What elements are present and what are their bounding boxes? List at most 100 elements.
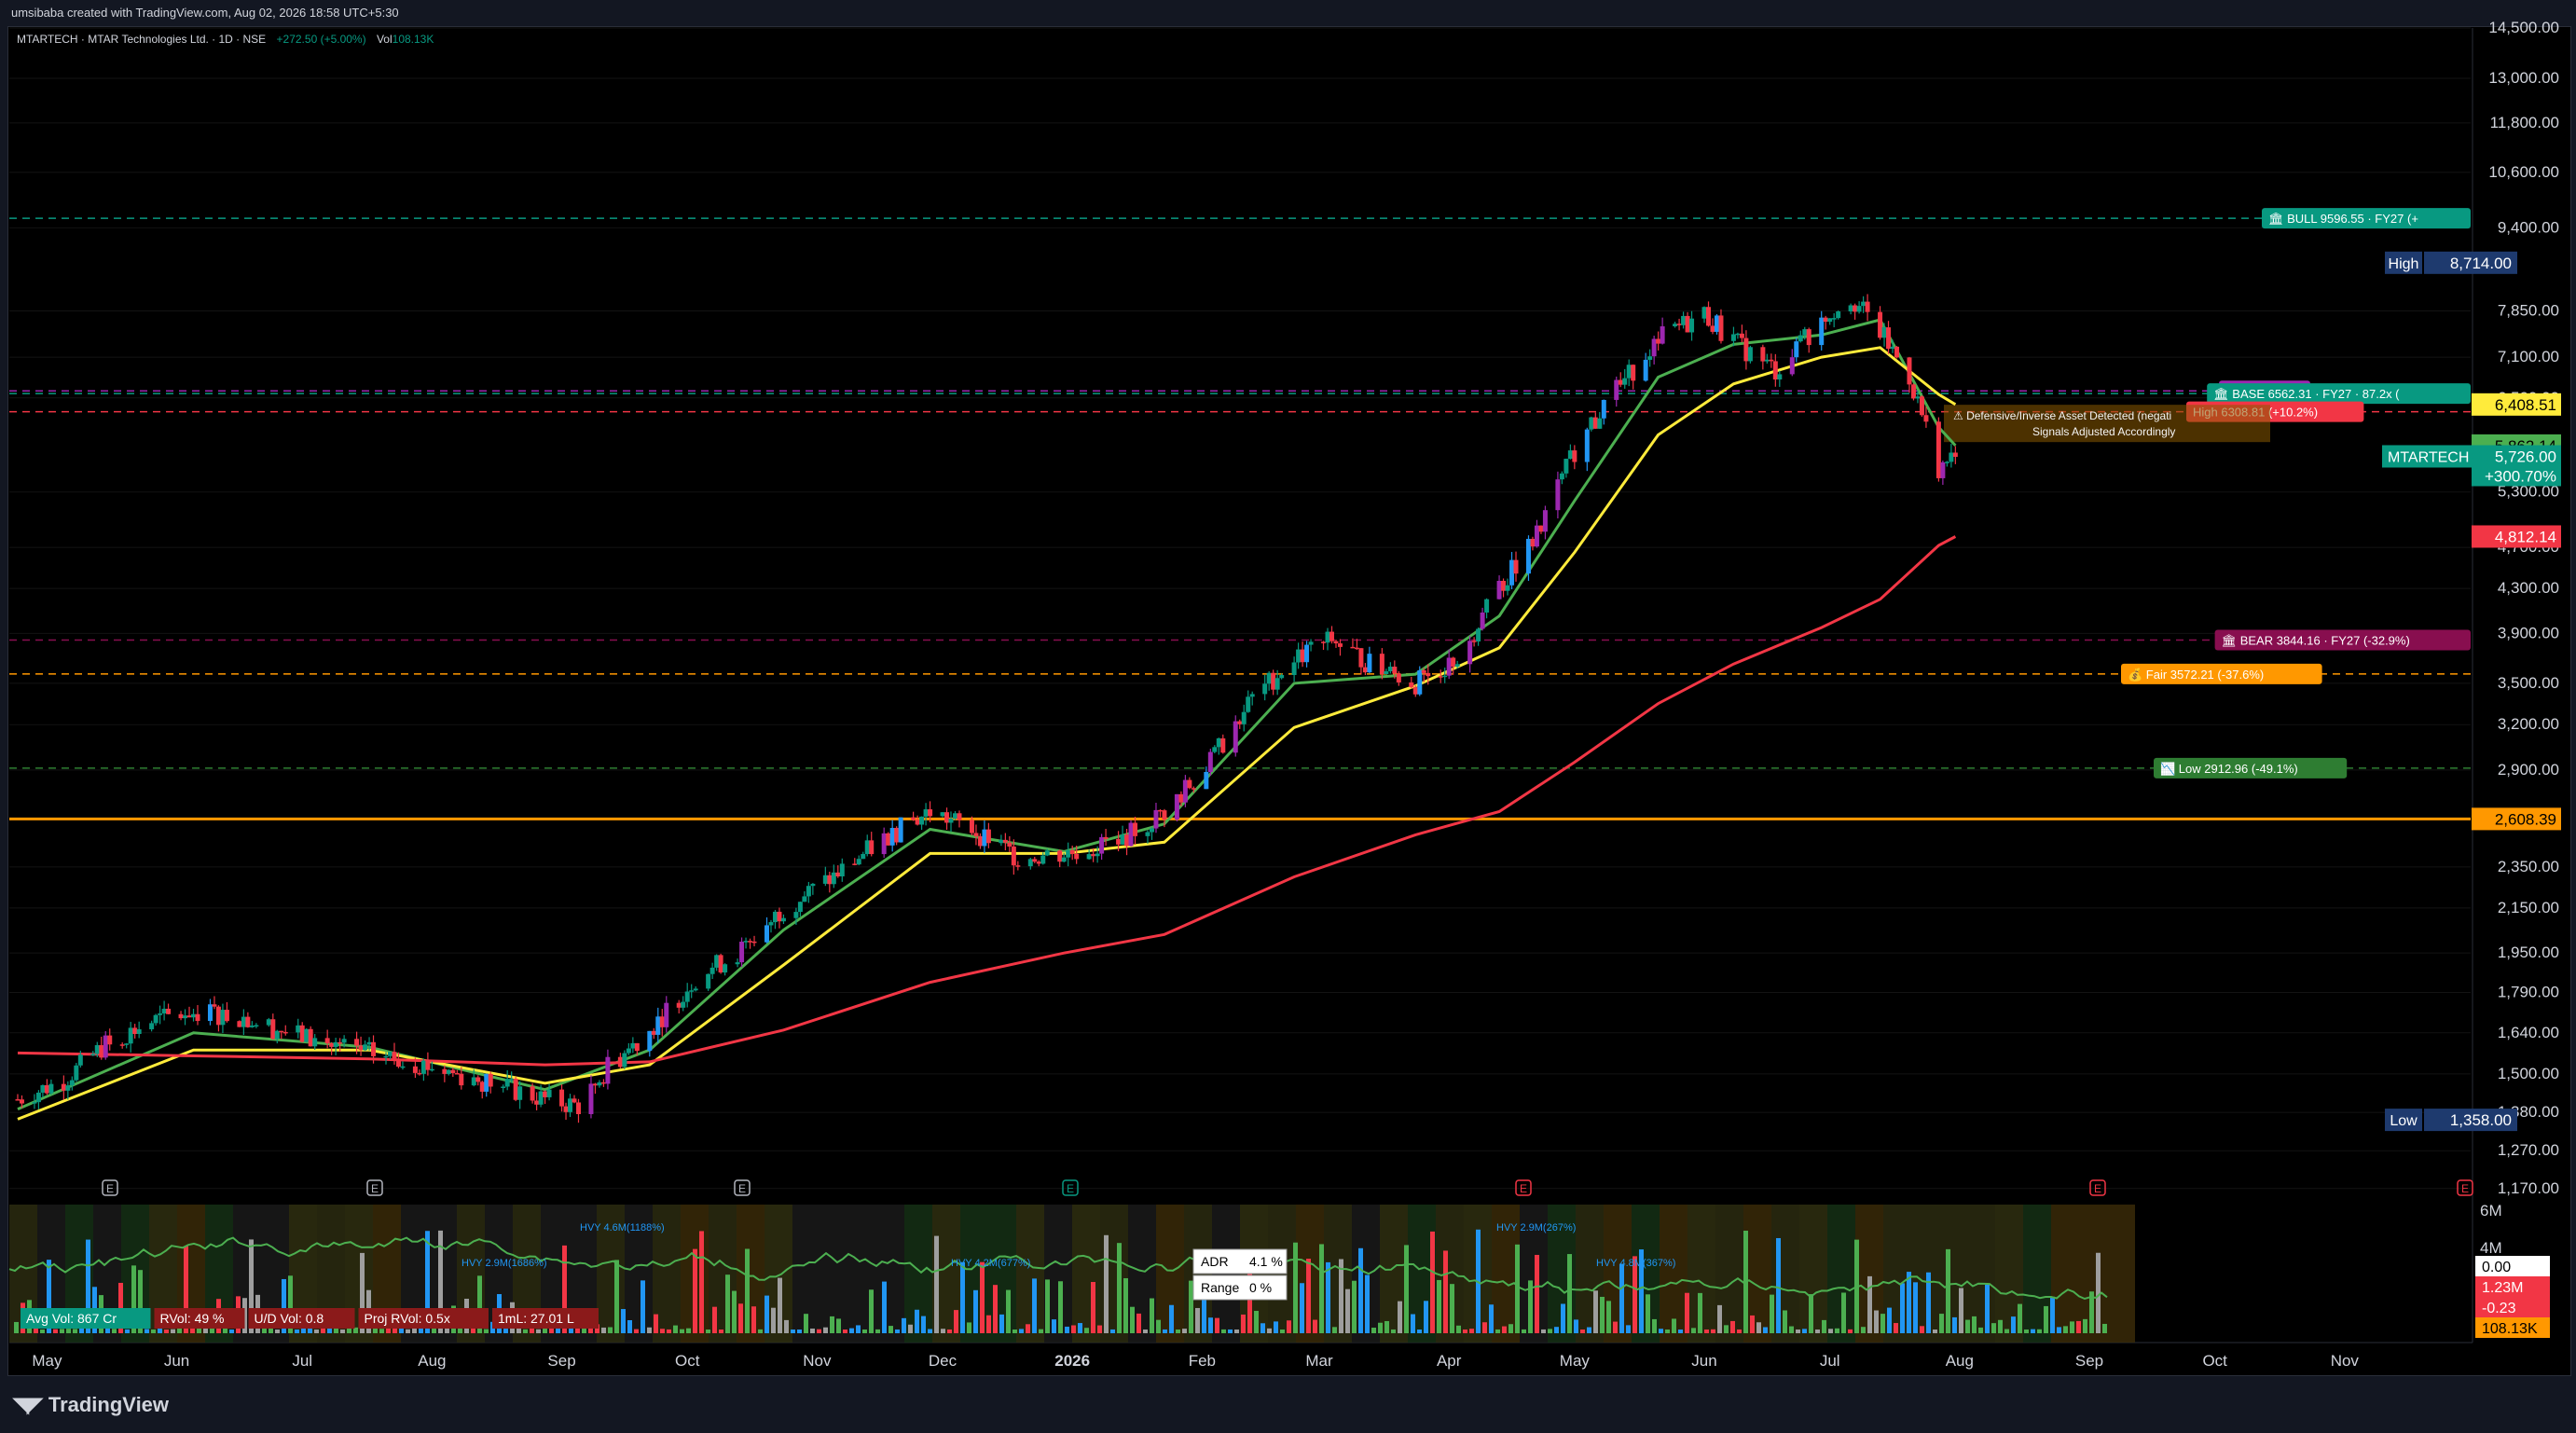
volume-bar	[1469, 1329, 1474, 1333]
volume-bar	[1894, 1323, 1898, 1333]
price-tag-label: 2,608.39	[2495, 810, 2556, 828]
candle	[212, 1004, 217, 1007]
candle	[827, 875, 833, 885]
candle	[626, 1048, 631, 1054]
candle	[1291, 662, 1297, 676]
symbol-legend[interactable]: MTARTECH · MTAR Technologies Ltd. · 1D ·…	[17, 32, 434, 47]
volume-bar	[1274, 1321, 1278, 1333]
candle	[69, 1080, 75, 1086]
volume-bar	[2037, 1329, 2042, 1333]
volume-bar	[1828, 1329, 1833, 1333]
candle	[1476, 628, 1481, 642]
volume-bar	[1698, 1292, 1702, 1333]
volume-bar	[523, 1329, 528, 1333]
volume-bar	[1815, 1329, 1820, 1333]
candle	[220, 1010, 226, 1026]
volume-bar	[2018, 1303, 2022, 1333]
volume-bar	[2057, 1327, 2061, 1333]
volume-bar	[1267, 1328, 1272, 1333]
candle	[999, 839, 1004, 844]
candle	[191, 1013, 197, 1018]
volume-bar	[673, 1325, 678, 1333]
volume-bar	[1345, 1288, 1350, 1333]
volume-bar	[1169, 1304, 1174, 1333]
volume-bar	[1143, 1329, 1148, 1333]
earnings-marker-label: E	[738, 1182, 746, 1195]
candle	[630, 1042, 636, 1049]
candle	[1178, 793, 1184, 803]
volume-bar	[1293, 1242, 1298, 1333]
volume-bar	[1600, 1296, 1605, 1333]
candle	[559, 1089, 565, 1107]
volume-bar	[1482, 1322, 1487, 1333]
volume-bar	[601, 1327, 606, 1333]
candle	[1149, 828, 1154, 833]
candle	[1589, 417, 1594, 430]
candle	[48, 1083, 54, 1094]
y-tick-label: 9,400.00	[2498, 218, 2559, 236]
x-tick-label: Dec	[929, 1352, 957, 1370]
volume-bar	[738, 1303, 743, 1333]
candle	[400, 1066, 406, 1068]
y-tick-label: 1,500.00	[2498, 1065, 2559, 1082]
hvy-label: HVY 2.9M(1686%)	[461, 1258, 547, 1269]
candle	[1002, 839, 1008, 843]
y-tick-label: 7,850.00	[2498, 301, 2559, 319]
candle	[1631, 365, 1636, 381]
x-tick-label: May	[1560, 1352, 1591, 1370]
candle	[178, 1013, 184, 1019]
candle	[274, 1030, 280, 1040]
volume-bar	[2031, 1329, 2035, 1333]
volume-bar	[908, 1324, 913, 1333]
volume-bar	[1339, 1259, 1343, 1333]
y-tick-label: 11,800.00	[2490, 114, 2559, 131]
hvy-label: HVY 4.2M(677%)	[951, 1258, 1030, 1269]
volume-value-label: 108.13K	[2482, 1321, 2538, 1337]
candle	[1162, 810, 1167, 820]
hvy-label: HVY 2.9M(267%)	[1496, 1222, 1576, 1233]
candle	[1706, 307, 1712, 326]
candle	[1944, 462, 1949, 463]
brand[interactable]: ◥◤ TradingView	[13, 1393, 169, 1417]
level-tag-label: 💰 Fair 3572.21 (-37.6%)	[2128, 668, 2264, 682]
earnings-marker-label: E	[2094, 1182, 2101, 1195]
candle	[35, 1092, 41, 1103]
candle	[1409, 682, 1414, 688]
volume-bar	[882, 1281, 887, 1333]
candle	[1304, 644, 1310, 663]
volume-bar	[229, 1329, 234, 1333]
volume-bar	[1039, 1329, 1043, 1333]
candle	[1618, 379, 1623, 385]
volume-bar	[1032, 1278, 1037, 1333]
volume-bar	[732, 1290, 737, 1333]
candle	[1848, 305, 1853, 312]
volume-bar	[849, 1328, 854, 1333]
candle	[1542, 510, 1548, 532]
candle	[1438, 676, 1443, 678]
candle	[538, 1091, 544, 1105]
volume-bar	[1946, 1248, 1950, 1333]
candle	[1036, 861, 1041, 864]
x-tick-label: Jul	[1820, 1352, 1840, 1370]
price-chart[interactable]: 14,500.00 13,000.00 11,800.00 10,600.00 9,40…	[0, 0, 2576, 1433]
volume-bar	[1874, 1310, 1879, 1333]
candle	[597, 1082, 602, 1086]
volume-bar	[2070, 1321, 2074, 1333]
candle	[1061, 857, 1067, 862]
volume-bar	[1378, 1322, 1383, 1333]
volume-bar	[14, 1321, 19, 1333]
candle	[1007, 842, 1012, 847]
volume-bar	[1404, 1245, 1409, 1333]
candle	[99, 1045, 104, 1058]
candle	[363, 1044, 368, 1051]
candle	[1878, 311, 1883, 338]
level-tag-label: 🏛 BASE 6562.31 · FY27 · 87.2x (	[2213, 387, 2400, 401]
y-tick-label: 3,500.00	[2498, 674, 2559, 692]
volume-bar	[627, 1319, 632, 1333]
volume-bar	[1365, 1275, 1370, 1333]
volume-bar	[2011, 1316, 2016, 1333]
volume-bar	[1215, 1317, 1219, 1333]
candle	[304, 1028, 310, 1042]
volume-bar	[967, 1322, 971, 1333]
x-tick-label: Mar	[1305, 1352, 1333, 1370]
